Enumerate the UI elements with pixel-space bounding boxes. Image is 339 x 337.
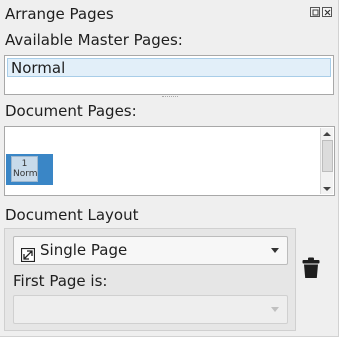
layout-mode-value: Single Page <box>40 241 128 259</box>
document-layout-group: Single Page First Page is: <box>4 228 296 331</box>
arrange-pages-panel: Arrange Pages Available Master Pages: No… <box>0 0 339 337</box>
page-thumbnail[interactable]: 1 Normal <box>6 154 53 185</box>
splitter-handle[interactable] <box>162 96 178 99</box>
close-icon[interactable] <box>322 7 332 17</box>
single-page-icon <box>20 244 36 271</box>
scroll-thumb[interactable] <box>322 140 333 172</box>
scroll-up-icon[interactable] <box>321 128 333 139</box>
master-page-item[interactable]: Normal <box>7 58 331 77</box>
document-pages-view[interactable]: 1 Normal <box>4 126 335 196</box>
vertical-scrollbar[interactable] <box>320 128 333 194</box>
layout-mode-select[interactable]: Single Page <box>13 236 288 265</box>
scroll-down-icon[interactable] <box>321 183 333 194</box>
document-pages-label: Document Pages: <box>5 102 137 120</box>
first-page-label: First Page is: <box>13 272 108 290</box>
first-page-select[interactable] <box>13 295 288 324</box>
trash-icon[interactable] <box>302 257 320 283</box>
chevron-down-icon <box>271 248 279 253</box>
float-icon[interactable] <box>310 7 320 17</box>
master-pages-label: Available Master Pages: <box>5 31 183 49</box>
page-number: 1 <box>21 159 28 169</box>
document-layout-label: Document Layout <box>5 206 139 224</box>
title-buttons <box>310 7 332 17</box>
page-master-name: Normal <box>13 169 38 179</box>
page-thumbnail-inner: 1 Normal <box>11 156 38 182</box>
panel-title: Arrange Pages <box>5 5 114 23</box>
chevron-down-icon <box>271 307 279 312</box>
master-pages-list[interactable]: Normal <box>4 55 334 95</box>
